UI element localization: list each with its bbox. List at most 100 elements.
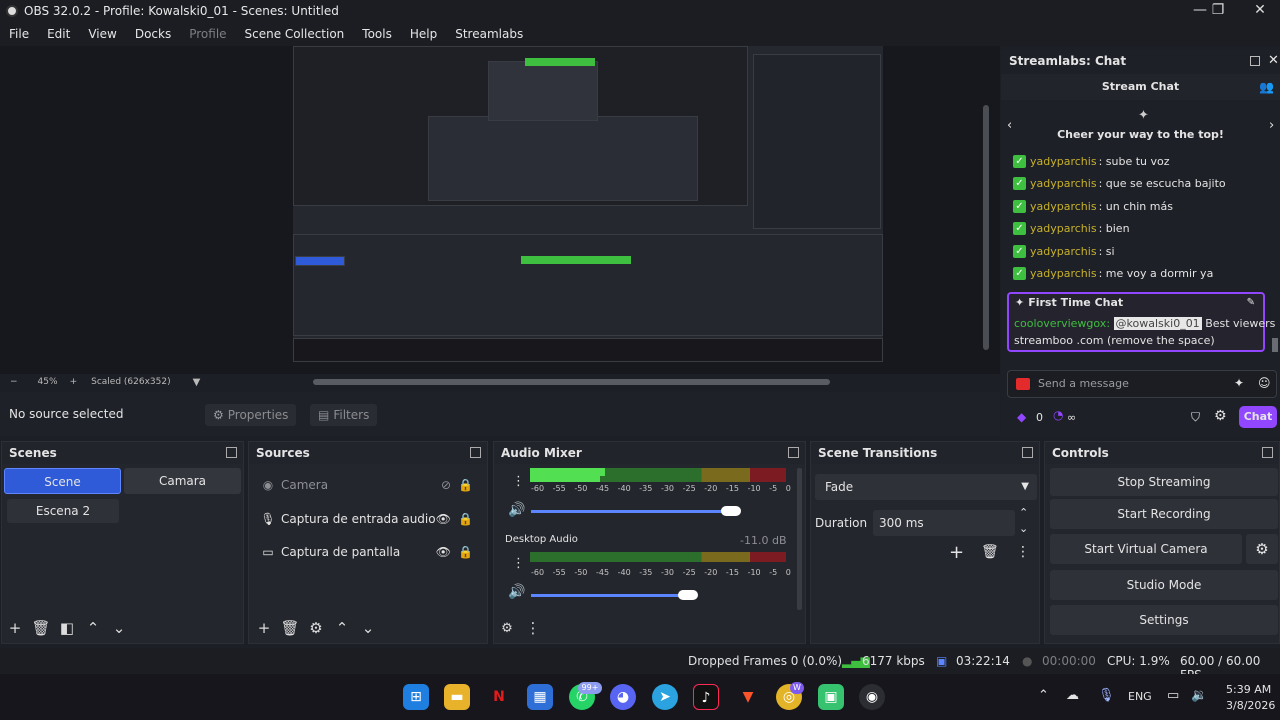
chat-username[interactable]: yadyparchis	[1030, 222, 1097, 235]
source-item-camera[interactable]: ◉ Camera ⊘ 🔒	[259, 474, 481, 496]
scale-dropdown-icon[interactable]: ▼	[193, 377, 201, 388]
netflix-icon[interactable]: N	[486, 684, 512, 710]
chat-settings-icon[interactable]: ⚙	[1214, 408, 1227, 424]
scene-item-camara[interactable]: Camara	[124, 468, 241, 494]
settings-button[interactable]: Settings	[1050, 605, 1278, 635]
preview-vertical-scrollbar[interactable]	[983, 105, 989, 350]
trash-icon[interactable]: 🗑	[981, 544, 999, 560]
network-icon[interactable]: ▭	[1167, 688, 1179, 703]
preview-canvas[interactable]	[293, 46, 883, 362]
chat-username[interactable]: yadyparchis	[1030, 177, 1097, 190]
trash-icon[interactable]: 🗑	[277, 619, 303, 637]
file-explorer-icon[interactable]: ▬	[444, 684, 470, 710]
mixer-scrollbar[interactable]	[797, 468, 802, 610]
lock-icon[interactable]: 🔒	[458, 545, 473, 559]
source-item-screen[interactable]: ▭ Captura de pantalla 👁 🔒	[259, 541, 481, 563]
move-up-icon[interactable]: ⌃	[329, 619, 355, 637]
start-recording-button[interactable]: Start Recording	[1050, 499, 1278, 529]
mic-volume-slider[interactable]	[531, 510, 731, 513]
float-icon[interactable]	[470, 447, 481, 458]
channel-points-icon[interactable]: ◆	[1017, 410, 1026, 424]
tiktok-icon[interactable]: ♪	[693, 684, 719, 710]
float-icon[interactable]	[226, 447, 237, 458]
send-message-input[interactable]: Send a message ✦ ☺	[1007, 370, 1277, 398]
studio-mode-button[interactable]: Studio Mode	[1050, 570, 1278, 600]
discord-icon[interactable]: ◕	[610, 684, 636, 710]
spin-up-icon[interactable]: ⌃	[1019, 506, 1028, 519]
chevron-up-icon[interactable]: ⌃	[1038, 688, 1049, 703]
chat-send-button[interactable]: Chat	[1239, 406, 1277, 428]
hidden-eye-icon[interactable]: ⊘	[441, 478, 451, 492]
menu-tools[interactable]: Tools	[353, 27, 401, 41]
mic-volume-handle[interactable]	[721, 506, 741, 516]
move-down-icon[interactable]: ⌄	[106, 619, 132, 637]
float-icon[interactable]	[1250, 56, 1260, 66]
cheer-button-icon[interactable]: ✦	[1234, 376, 1244, 390]
add-icon[interactable]: +	[2, 619, 28, 637]
language-indicator[interactable]: ENG	[1128, 690, 1152, 703]
menu-streamlabs[interactable]: Streamlabs	[446, 27, 532, 41]
virtual-camera-settings-icon[interactable]: ⚙	[1246, 534, 1278, 564]
close-button[interactable]: ✕	[1240, 0, 1280, 22]
more-icon[interactable]: ⋮	[512, 474, 525, 489]
windows-start-icon[interactable]: ⊞	[403, 684, 429, 710]
volume-icon[interactable]: 🔊	[508, 502, 525, 518]
filter-icon[interactable]: ◧	[54, 619, 80, 637]
spin-down-icon[interactable]: ⌄	[1019, 522, 1028, 535]
zoom-in-button[interactable]: +	[70, 377, 78, 387]
desktop-volume-slider[interactable]	[531, 594, 691, 597]
properties-button[interactable]: ⚙ Properties	[205, 404, 297, 426]
move-down-icon[interactable]: ⌄	[355, 619, 381, 637]
streamlabs-icon[interactable]: ▣	[818, 684, 844, 710]
add-icon[interactable]: +	[251, 619, 277, 637]
speaker-icon[interactable]: 🔉	[1191, 688, 1207, 703]
float-icon[interactable]	[1022, 447, 1033, 458]
cloud-icon[interactable]: ☁	[1066, 688, 1079, 703]
lock-icon[interactable]: 🔒	[458, 512, 473, 526]
stop-streaming-button[interactable]: Stop Streaming	[1050, 468, 1278, 496]
obs-taskbar-icon[interactable]: ◉	[859, 684, 885, 710]
scene-item-scene[interactable]: Scene	[4, 468, 121, 494]
menu-help[interactable]: Help	[401, 27, 446, 41]
menu-view[interactable]: View	[79, 27, 125, 41]
advanced-audio-icon[interactable]: ⚙	[494, 621, 520, 636]
duration-input[interactable]: 300 ms	[873, 510, 1015, 536]
menu-file[interactable]: File	[0, 27, 38, 41]
desktop-volume-handle[interactable]	[678, 590, 698, 600]
preview-horizontal-scrollbar[interactable]	[313, 379, 830, 385]
chat-username[interactable]: yadyparchis	[1030, 155, 1097, 168]
clock-time[interactable]: 5:39 AM	[1226, 683, 1271, 696]
users-icon[interactable]: 👥	[1259, 80, 1274, 94]
chat-scrollbar[interactable]	[1272, 338, 1278, 352]
edit-icon[interactable]: ✎	[1247, 297, 1255, 308]
more-icon[interactable]: ⋮	[512, 556, 525, 571]
float-icon[interactable]	[788, 447, 799, 458]
brave-icon[interactable]: ▼	[735, 684, 761, 710]
menu-profile[interactable]: Profile	[180, 27, 235, 41]
maximize-button[interactable]: ❐	[1198, 0, 1238, 22]
lock-icon[interactable]: 🔒	[458, 478, 473, 492]
emoji-icon[interactable]: ☺	[1258, 376, 1271, 390]
move-up-icon[interactable]: ⌃	[80, 619, 106, 637]
source-item-audio[interactable]: 🎙 Captura de entrada audio 👁 🔒	[259, 508, 481, 530]
calendar-app-icon[interactable]: ▦	[527, 684, 553, 710]
float-icon[interactable]	[1262, 447, 1273, 458]
start-virtual-camera-button[interactable]: Start Virtual Camera	[1050, 534, 1242, 564]
more-icon[interactable]: ⋮	[520, 619, 546, 637]
eye-icon[interactable]: 👁	[436, 545, 451, 559]
add-icon[interactable]: +	[949, 542, 964, 563]
scene-item-escena-2[interactable]: Escena 2	[7, 499, 119, 523]
chat-username[interactable]: yadyparchis	[1030, 200, 1097, 213]
gear-icon[interactable]: ⚙	[303, 619, 329, 637]
menu-edit[interactable]: Edit	[38, 27, 79, 41]
close-dock-icon[interactable]: ✕	[1268, 53, 1279, 68]
eye-icon[interactable]: 👁	[436, 512, 451, 526]
transition-select[interactable]: Fade ▼	[815, 474, 1037, 500]
zoom-out-button[interactable]: −	[10, 377, 18, 387]
shield-icon[interactable]: ⛉	[1191, 410, 1200, 425]
clock-date[interactable]: 3/8/2026	[1226, 699, 1275, 712]
trash-icon[interactable]: 🗑	[28, 619, 54, 637]
menu-docks[interactable]: Docks	[126, 27, 180, 41]
more-icon[interactable]: ⋮	[1016, 544, 1030, 560]
chat-username[interactable]: yadyparchis	[1030, 245, 1097, 258]
